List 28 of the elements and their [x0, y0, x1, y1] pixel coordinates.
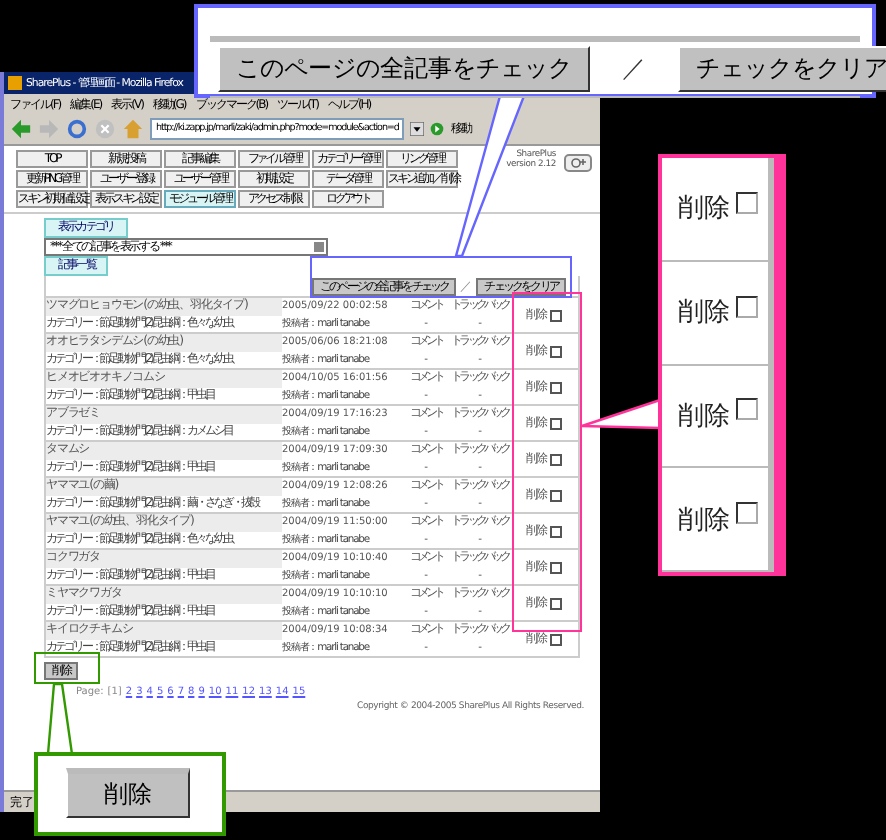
delete-checkbox[interactable] — [736, 398, 758, 421]
delete-checkbox[interactable] — [736, 191, 758, 214]
delete-label: 削除 — [678, 192, 730, 227]
delete-checkbox[interactable] — [550, 381, 562, 393]
go-icon[interactable] — [430, 122, 445, 136]
delete-checkbox[interactable] — [550, 633, 562, 645]
delete-label: 削除 — [678, 399, 730, 434]
delete-checkbox[interactable] — [550, 453, 562, 465]
delete-checkbox[interactable] — [550, 417, 562, 429]
delete-checkbox[interactable] — [550, 345, 562, 357]
delete-checkbox[interactable] — [736, 295, 758, 318]
separator-slash: ／ — [620, 52, 648, 86]
delete-checkbox[interactable] — [550, 561, 562, 573]
delete-checkbox[interactable] — [550, 597, 562, 609]
add-icon[interactable] — [564, 154, 592, 172]
browser-icon — [8, 76, 22, 90]
delete-button[interactable]: 削除 — [66, 768, 190, 818]
check-all-button[interactable]: このページの全記事をチェック — [218, 46, 590, 92]
dropdown-icon[interactable] — [410, 122, 425, 136]
delete-checkbox[interactable] — [550, 309, 562, 321]
delete-checkbox[interactable] — [550, 525, 562, 537]
delete-checkbox[interactable] — [736, 502, 758, 525]
clear-button[interactable]: チェックをクリア — [678, 46, 886, 92]
delete-label: 削除 — [678, 503, 730, 538]
reload-icon[interactable] — [66, 118, 88, 140]
delete-label: 削除 — [678, 296, 730, 331]
delete-checkbox[interactable] — [550, 489, 562, 501]
highlight-frame — [34, 652, 100, 684]
